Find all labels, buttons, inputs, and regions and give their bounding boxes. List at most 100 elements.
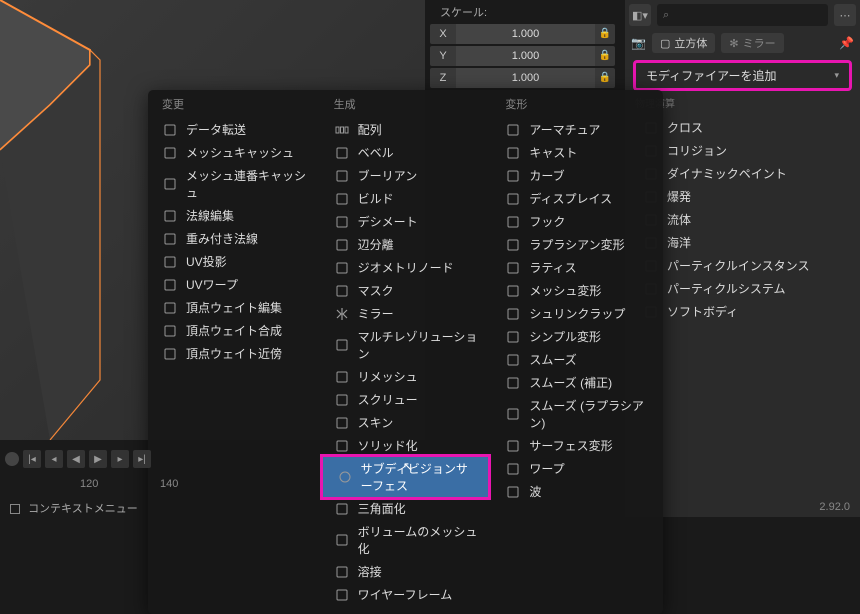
modifier-add-menu[interactable]: 変更データ転送メッシュキャッシュメッシュ連番キャッシュ法線編集重み付き法線UV投…: [148, 90, 663, 614]
record-icon[interactable]: [5, 452, 19, 466]
menu-item-wire[interactable]: ワイヤーフレーム: [320, 583, 492, 606]
array-icon: [334, 122, 350, 138]
menu-item-weld[interactable]: 溶接: [320, 560, 492, 583]
scale-x-row[interactable]: X 1.000 🔒: [430, 24, 615, 44]
menu-item-solidify[interactable]: ソリッド化: [320, 434, 492, 457]
menu-item-label: ジオメトリノード: [358, 259, 482, 276]
menu-item-lattice[interactable]: ラティス: [491, 256, 663, 279]
menu-item-decimate[interactable]: デシメート: [320, 210, 492, 233]
shrink-icon: [505, 306, 521, 322]
menu-item-meshdef[interactable]: メッシュ変形: [491, 279, 663, 302]
play-rev-icon[interactable]: ◀: [67, 450, 85, 468]
menu-item-label: アーマチュア: [529, 121, 653, 138]
menu-item-label: ビルド: [358, 190, 482, 207]
menu-item-voxel[interactable]: ボリュームのメッシュ化: [320, 520, 492, 560]
scale-z-val[interactable]: 1.000: [456, 68, 595, 88]
smoothc-icon: [505, 375, 521, 391]
prev-key-icon[interactable]: ◂: [45, 450, 63, 468]
menu-item-displace[interactable]: ディスプレイス: [491, 187, 663, 210]
uvproj-icon: [162, 254, 178, 270]
lock-icon[interactable]: 🔒: [595, 46, 615, 66]
props-type-icon[interactable]: ◧▾: [629, 4, 651, 26]
search-icon: ⌕: [663, 9, 669, 22]
physics-section-label: 物理演算: [635, 95, 850, 110]
menu-item-label: ディスプレイス: [529, 190, 653, 207]
next-key-icon[interactable]: ▸: [111, 450, 129, 468]
menu-item-uvwarp[interactable]: UVワープ: [148, 273, 320, 296]
menu-item-transfer[interactable]: データ転送: [148, 118, 320, 141]
menu-item-edgesplit[interactable]: 辺分離: [320, 233, 492, 256]
menu-item-label: ラティス: [529, 259, 653, 276]
menu-item-cast[interactable]: キャスト: [491, 141, 663, 164]
play-icon[interactable]: ▶: [89, 450, 107, 468]
menu-item-surfdef[interactable]: サーフェス変形: [491, 434, 663, 457]
scale-z-row[interactable]: Z 1.000 🔒: [430, 68, 615, 88]
menu-item-geonodes[interactable]: ジオメトリノード: [320, 256, 492, 279]
menu-item-shrink[interactable]: シュリンクラップ: [491, 302, 663, 325]
modifier-chip[interactable]: ✻ ミラー: [721, 33, 783, 53]
menu-item-uvproj[interactable]: UV投影: [148, 250, 320, 273]
jump-start-icon[interactable]: |◂: [23, 450, 41, 468]
menu-item-bevel[interactable]: ベベル: [320, 141, 492, 164]
props-search-row: ◧▾ ⌕ ⋯: [625, 0, 860, 30]
menu-item-cache[interactable]: メッシュキャッシュ: [148, 141, 320, 164]
scale-y-row[interactable]: Y 1.000 🔒: [430, 46, 615, 66]
menu-item-multires[interactable]: マルチレゾリューション: [320, 325, 492, 365]
lock-icon[interactable]: 🔒: [595, 68, 615, 88]
scale-y-val[interactable]: 1.000: [456, 46, 595, 66]
physics-item-label: コリジョン: [667, 142, 850, 159]
menu-item-seqcache[interactable]: メッシュ連番キャッシュ: [148, 164, 320, 204]
menu-item-label: 法線編集: [186, 207, 310, 224]
menu-item-label: サーフェス変形: [529, 437, 653, 454]
menu-item-skin[interactable]: スキン: [320, 411, 492, 434]
menu-item-simple[interactable]: シンプル変形: [491, 325, 663, 348]
subsurf-highlight: サブディビジョンサーフェス↖: [320, 454, 492, 500]
menu-item-mask[interactable]: マスク: [320, 279, 492, 302]
menu-item-laplace[interactable]: ラプラシアン変形: [491, 233, 663, 256]
physics-item-label: 爆発: [667, 188, 850, 205]
frame-num: 120: [80, 478, 160, 490]
menu-item-curve[interactable]: カーブ: [491, 164, 663, 187]
menu-item-smooth[interactable]: スムーズ: [491, 348, 663, 371]
menu-item-smoothc[interactable]: スムーズ (補正): [491, 371, 663, 394]
menu-item-build[interactable]: ビルド: [320, 187, 492, 210]
menu-item-label: リメッシュ: [358, 368, 482, 385]
menu-item-label: メッシュ変形: [529, 282, 653, 299]
menu-item-label: カーブ: [529, 167, 653, 184]
menu-item-armature[interactable]: アーマチュア: [491, 118, 663, 141]
add-modifier-dropdown[interactable]: モディファイアーを追加 ▾: [636, 63, 849, 88]
cast-icon: [505, 145, 521, 161]
menu-item-label: スムーズ (補正): [529, 374, 653, 391]
menu-item-hook[interactable]: フック: [491, 210, 663, 233]
menu-item-smoothl[interactable]: スムーズ (ラプラシアン): [491, 394, 663, 434]
transform-scale-group: スケール: X 1.000 🔒 Y 1.000 🔒 Z 1.000 🔒: [430, 0, 615, 90]
menu-item-label: ラプラシアン変形: [529, 236, 653, 253]
physics-item-label: ダイナミックペイント: [667, 165, 850, 182]
lock-icon[interactable]: 🔒: [595, 24, 615, 44]
props-search-input[interactable]: ⌕: [657, 4, 828, 26]
menu-item-screw[interactable]: スクリュー: [320, 388, 492, 411]
menu-item-subsurf[interactable]: サブディビジョンサーフェス↖: [323, 457, 489, 497]
menu-item-vwprox[interactable]: 頂点ウェイト近傍: [148, 342, 320, 365]
armature-icon: [505, 122, 521, 138]
menu-item-label: デシメート: [358, 213, 482, 230]
menu-item-boolean[interactable]: ブーリアン: [320, 164, 492, 187]
menu-item-label: 頂点ウェイト合成: [186, 322, 310, 339]
menu-item-normal[interactable]: 法線編集: [148, 204, 320, 227]
props-options-icon[interactable]: ⋯: [834, 4, 856, 26]
pin-icon[interactable]: 📌: [839, 36, 854, 50]
menu-item-array[interactable]: 配列: [320, 118, 492, 141]
curve-icon: [505, 168, 521, 184]
menu-item-label: ミラー: [358, 305, 482, 322]
scale-x-val[interactable]: 1.000: [456, 24, 595, 44]
menu-item-remesh[interactable]: リメッシュ: [320, 365, 492, 388]
camera-icon[interactable]: 📷: [631, 36, 646, 50]
object-chip[interactable]: ▢ 立方体: [652, 33, 715, 53]
menu-item-vwedit[interactable]: 頂点ウェイト編集: [148, 296, 320, 319]
menu-item-weighted[interactable]: 重み付き法線: [148, 227, 320, 250]
jump-end-icon[interactable]: ▸|: [133, 450, 151, 468]
menu-item-mirror[interactable]: ミラー: [320, 302, 492, 325]
scale-label: スケール:: [440, 4, 615, 20]
menu-item-vwmix[interactable]: 頂点ウェイト合成: [148, 319, 320, 342]
menu-item-warp[interactable]: ワープ: [491, 457, 663, 480]
